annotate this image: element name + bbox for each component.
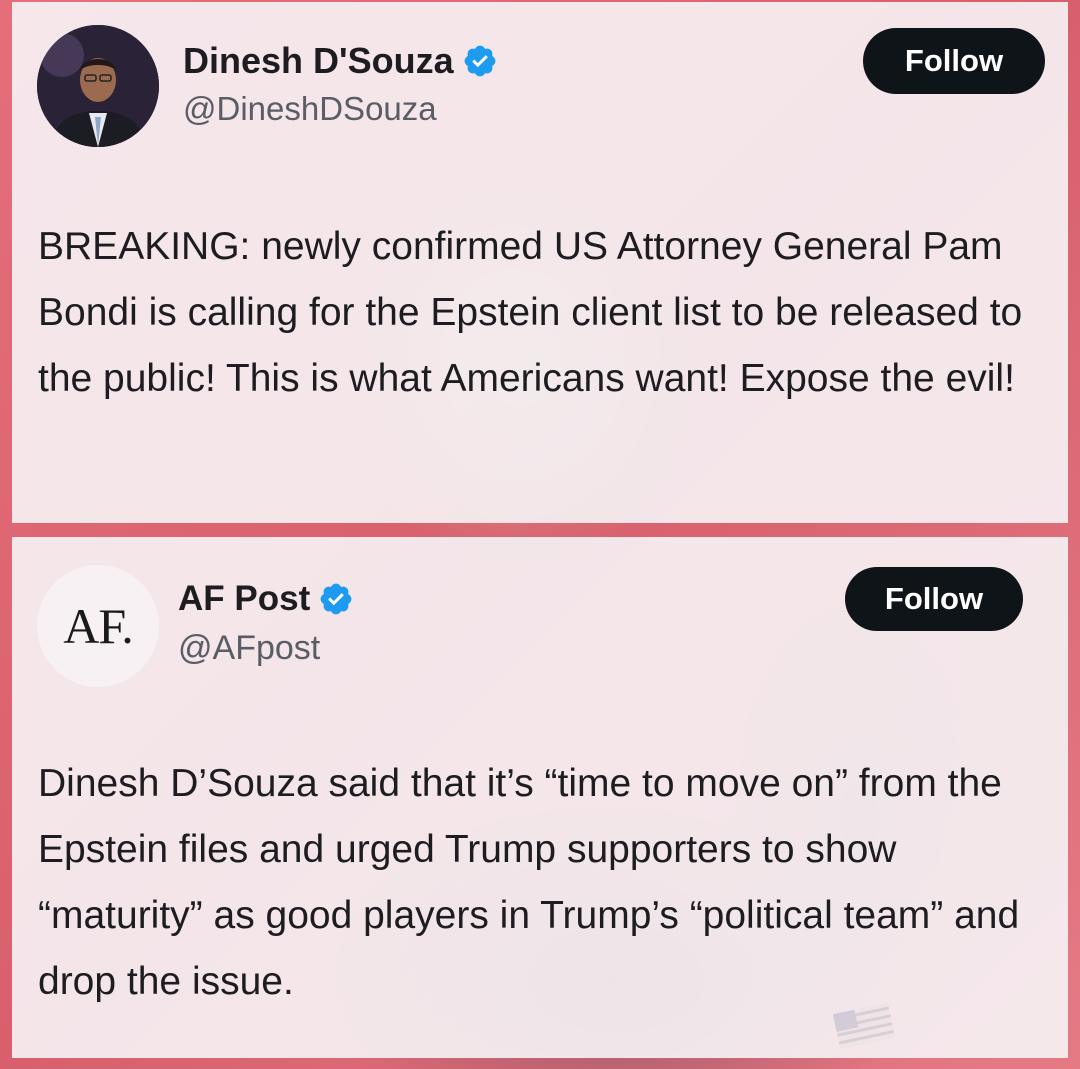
handle[interactable]: @AFpost [178,629,320,668]
flag-pin-icon [832,1002,896,1050]
tweet-text: BREAKING: newly confirmed US Attorney Ge… [38,225,1023,400]
name-row: Dinesh D'Souza [183,40,498,82]
tweet-card-dinesh: Dinesh D'Souza @DineshDSouza Follow BREA… [12,2,1068,523]
name-row: AF Post [178,579,354,619]
avatar[interactable]: AF. [37,565,159,687]
display-name[interactable]: AF Post [178,579,310,619]
display-name[interactable]: Dinesh D'Souza [183,40,454,82]
follow-button[interactable]: Follow [863,28,1045,94]
tweet-text: Dinesh D’Souza said that it’s “time to m… [38,762,1020,1003]
avatar[interactable] [37,25,159,147]
person-photo-icon [37,25,159,147]
tweet-card-afpost: AF. AF Post @AFpost Follow Dinesh D’Souz… [12,537,1068,1058]
verified-badge-icon [318,581,354,617]
handle[interactable]: @DineshDSouza [183,90,437,128]
verified-badge-icon [462,43,498,79]
follow-button[interactable]: Follow [845,567,1023,631]
af-post-logo: AF. [63,598,133,654]
